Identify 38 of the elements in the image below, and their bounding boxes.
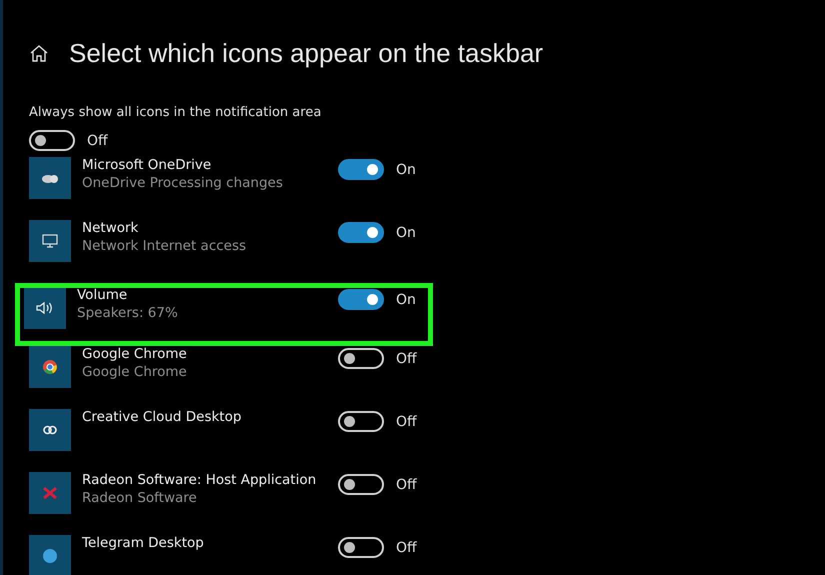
app-name: Network bbox=[82, 220, 140, 236]
app-name: Telegram Desktop bbox=[82, 535, 205, 551]
toggle-state-label: On bbox=[396, 162, 416, 178]
toggle-switch[interactable] bbox=[338, 222, 384, 243]
toggle-switch[interactable] bbox=[338, 289, 384, 310]
app-detail: Network Internet access bbox=[82, 238, 248, 254]
cloud-icon bbox=[41, 172, 59, 184]
cross-icon bbox=[42, 486, 58, 500]
toggle-state-label: On bbox=[396, 224, 416, 240]
toggle-state-label: On bbox=[396, 292, 416, 308]
app-name: Radeon Software: Host Application bbox=[82, 472, 318, 488]
app-name: Google Chrome bbox=[82, 346, 188, 362]
toggle-switch[interactable] bbox=[338, 537, 384, 558]
speaker-icon bbox=[36, 301, 54, 315]
app-name: Creative Cloud Desktop bbox=[82, 409, 242, 425]
toggle-state-label: Off bbox=[396, 540, 417, 556]
toggle-switch[interactable] bbox=[338, 159, 384, 180]
toggle-state-label: Off bbox=[396, 414, 417, 430]
toggle-state-label: Off bbox=[396, 350, 417, 366]
app-detail: Speakers: 67% bbox=[77, 305, 179, 321]
page-title: Select which icons appear on the taskbar bbox=[69, 38, 544, 69]
toggle-state-label: Off bbox=[87, 132, 108, 148]
app-detail: Radeon Software bbox=[82, 490, 198, 506]
chain-links-icon bbox=[42, 424, 58, 436]
monitor-icon bbox=[41, 233, 59, 249]
toggle-switch[interactable] bbox=[338, 348, 384, 369]
app-name: Volume bbox=[77, 287, 128, 303]
toggle-switch[interactable] bbox=[29, 130, 75, 151]
setting-label: Always show all icons in the notification area bbox=[29, 105, 322, 120]
app-detail: Google Chrome bbox=[82, 364, 188, 380]
app-name: Microsoft OneDrive bbox=[82, 157, 212, 173]
app-detail: OneDrive Processing changes bbox=[82, 175, 284, 191]
round-logo-icon bbox=[43, 549, 57, 563]
toggle-state-label: Off bbox=[396, 476, 417, 492]
home-icon[interactable] bbox=[29, 44, 49, 63]
toggle-switch[interactable] bbox=[338, 474, 384, 495]
round-logo-icon bbox=[43, 360, 57, 374]
toggle-switch[interactable] bbox=[338, 411, 384, 432]
